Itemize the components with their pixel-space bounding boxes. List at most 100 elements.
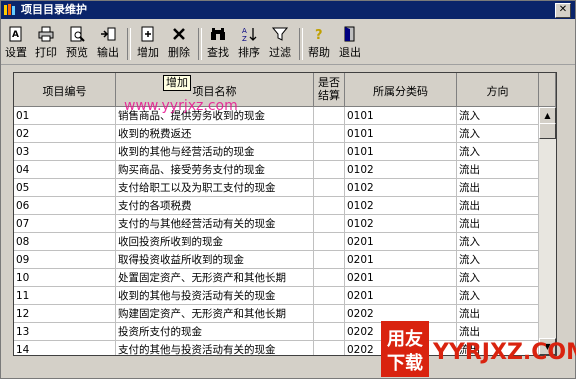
- cell-name[interactable]: 支付的其他与投资活动有关的现金: [116, 341, 314, 355]
- cell-name[interactable]: 收到的税费返还: [116, 125, 314, 143]
- cell-category[interactable]: 0101: [345, 107, 457, 125]
- add-icon: [141, 26, 154, 42]
- cell-settled[interactable]: [314, 143, 345, 161]
- cell-direction[interactable]: 流出: [457, 161, 539, 179]
- cell-direction[interactable]: 流出: [457, 215, 539, 233]
- cell-direction[interactable]: 流出: [457, 197, 539, 215]
- table-row[interactable]: 09 取得投资收益所收到的现金 0201 流入: [14, 251, 539, 269]
- cell-name[interactable]: 支付的与其他经营活动有关的现金: [116, 215, 314, 233]
- cell-category[interactable]: 0102: [345, 179, 457, 197]
- cell-name[interactable]: 购买商品、接受劳务支付的现金: [116, 161, 314, 179]
- cell-direction[interactable]: 流入: [457, 107, 539, 125]
- cell-direction[interactable]: 流出: [457, 179, 539, 197]
- cell-settled[interactable]: [314, 107, 345, 125]
- cell-name[interactable]: 支付给职工以及为职工支付的现金: [116, 179, 314, 197]
- table-row[interactable]: 11 收到的其他与投资活动有关的现金 0201 流入: [14, 287, 539, 305]
- cell-category[interactable]: 0201: [345, 269, 457, 287]
- cell-code[interactable]: 11: [14, 287, 116, 305]
- close-button[interactable]: ✕: [555, 3, 571, 18]
- cell-category[interactable]: 0102: [345, 215, 457, 233]
- table-row[interactable]: 01 销售商品、提供劳务收到的现金 0101 流入: [14, 107, 539, 125]
- cell-settled[interactable]: [314, 179, 345, 197]
- find-button[interactable]: 查找: [204, 26, 232, 62]
- cell-code[interactable]: 02: [14, 125, 116, 143]
- project-table: 项目编号 项目名称 是否结算 所属分类码 方向 01 销售商品、提供劳务收到的现金…: [13, 72, 557, 356]
- column-header-category[interactable]: 所属分类码: [345, 73, 457, 107]
- table-row[interactable]: 08 收回投资所收到的现金 0201 流入: [14, 233, 539, 251]
- cell-code[interactable]: 07: [14, 215, 116, 233]
- title-bar: 项目目录维护 ✕: [1, 1, 575, 19]
- table-row[interactable]: 02 收到的税费返还 0101 流入: [14, 125, 539, 143]
- settings-button[interactable]: A 设置: [3, 26, 29, 62]
- cell-name[interactable]: 收到的其他与经营活动的现金: [116, 143, 314, 161]
- add-button[interactable]: 增加: [134, 26, 162, 62]
- delete-button[interactable]: 删除: [165, 26, 193, 62]
- column-header-code[interactable]: 项目编号: [14, 73, 116, 107]
- cell-name[interactable]: 收到的其他与投资活动有关的现金: [116, 287, 314, 305]
- cell-code[interactable]: 08: [14, 233, 116, 251]
- vertical-scrollbar[interactable]: ▲ ▼: [539, 107, 556, 355]
- table-row[interactable]: 05 支付给职工以及为职工支付的现金 0102 流出: [14, 179, 539, 197]
- cell-category[interactable]: 0101: [345, 125, 457, 143]
- cell-direction[interactable]: 流入: [457, 251, 539, 269]
- cell-direction[interactable]: 流入: [457, 287, 539, 305]
- cell-direction[interactable]: 流入: [457, 125, 539, 143]
- scroll-thumb[interactable]: [539, 123, 556, 139]
- cell-direction[interactable]: 流入: [457, 143, 539, 161]
- cell-category[interactable]: 0201: [345, 233, 457, 251]
- cell-code[interactable]: 09: [14, 251, 116, 269]
- cell-name[interactable]: 处置固定资产、无形资产和其他长期: [116, 269, 314, 287]
- cell-code[interactable]: 04: [14, 161, 116, 179]
- column-header-settled[interactable]: 是否结算: [314, 73, 345, 107]
- table-row[interactable]: 06 支付的各项税费 0102 流出: [14, 197, 539, 215]
- cell-name[interactable]: 投资所支付的现金: [116, 323, 314, 341]
- column-header-direction[interactable]: 方向: [457, 73, 539, 107]
- cell-code[interactable]: 14: [14, 341, 116, 355]
- cell-category[interactable]: 0201: [345, 251, 457, 269]
- cell-category[interactable]: 0101: [345, 143, 457, 161]
- cell-category[interactable]: 0102: [345, 161, 457, 179]
- preview-button[interactable]: 预览: [63, 26, 91, 62]
- table-row[interactable]: 07 支付的与其他经营活动有关的现金 0102 流出: [14, 215, 539, 233]
- scroll-up-button[interactable]: ▲: [539, 107, 556, 124]
- toolbar-separator: [299, 28, 303, 60]
- cell-code[interactable]: 10: [14, 269, 116, 287]
- settings-label: 设置: [5, 46, 27, 59]
- site-logo: 用友 下载 YYRJXZ.COM: [381, 321, 576, 377]
- cell-code[interactable]: 13: [14, 323, 116, 341]
- cell-name[interactable]: 收回投资所收到的现金: [116, 233, 314, 251]
- cell-settled[interactable]: [314, 215, 345, 233]
- cell-direction[interactable]: 流入: [457, 269, 539, 287]
- cell-name[interactable]: 购建固定资产、无形资产和其他长期: [116, 305, 314, 323]
- cell-code[interactable]: 01: [14, 107, 116, 125]
- cell-name[interactable]: 取得投资收益所收到的现金: [116, 251, 314, 269]
- cell-category[interactable]: 0102: [345, 197, 457, 215]
- cell-code[interactable]: 06: [14, 197, 116, 215]
- cell-settled[interactable]: [314, 161, 345, 179]
- cell-direction[interactable]: 流入: [457, 233, 539, 251]
- help-button[interactable]: ? 帮助: [305, 26, 333, 62]
- cell-settled[interactable]: [314, 305, 345, 323]
- cell-code[interactable]: 05: [14, 179, 116, 197]
- cell-settled[interactable]: [314, 323, 345, 341]
- export-button[interactable]: 输出: [94, 26, 122, 62]
- exit-button[interactable]: 退出: [336, 26, 364, 62]
- cell-settled[interactable]: [314, 341, 345, 355]
- cell-settled[interactable]: [314, 233, 345, 251]
- table-row[interactable]: 03 收到的其他与经营活动的现金 0101 流入: [14, 143, 539, 161]
- table-row[interactable]: 10 处置固定资产、无形资产和其他长期 0201 流入: [14, 269, 539, 287]
- print-button[interactable]: 打印: [32, 26, 60, 62]
- cell-settled[interactable]: [314, 251, 345, 269]
- filter-button[interactable]: 过滤: [266, 26, 294, 62]
- cell-name[interactable]: 支付的各项税费: [116, 197, 314, 215]
- cell-settled[interactable]: [314, 287, 345, 305]
- sort-button[interactable]: AZ 排序: [235, 26, 263, 62]
- cell-category[interactable]: 0201: [345, 287, 457, 305]
- cell-code[interactable]: 03: [14, 143, 116, 161]
- cell-settled[interactable]: [314, 269, 345, 287]
- cell-settled[interactable]: [314, 197, 345, 215]
- filter-icon: [272, 27, 288, 41]
- cell-settled[interactable]: [314, 125, 345, 143]
- table-row[interactable]: 04 购买商品、接受劳务支付的现金 0102 流出: [14, 161, 539, 179]
- cell-code[interactable]: 12: [14, 305, 116, 323]
